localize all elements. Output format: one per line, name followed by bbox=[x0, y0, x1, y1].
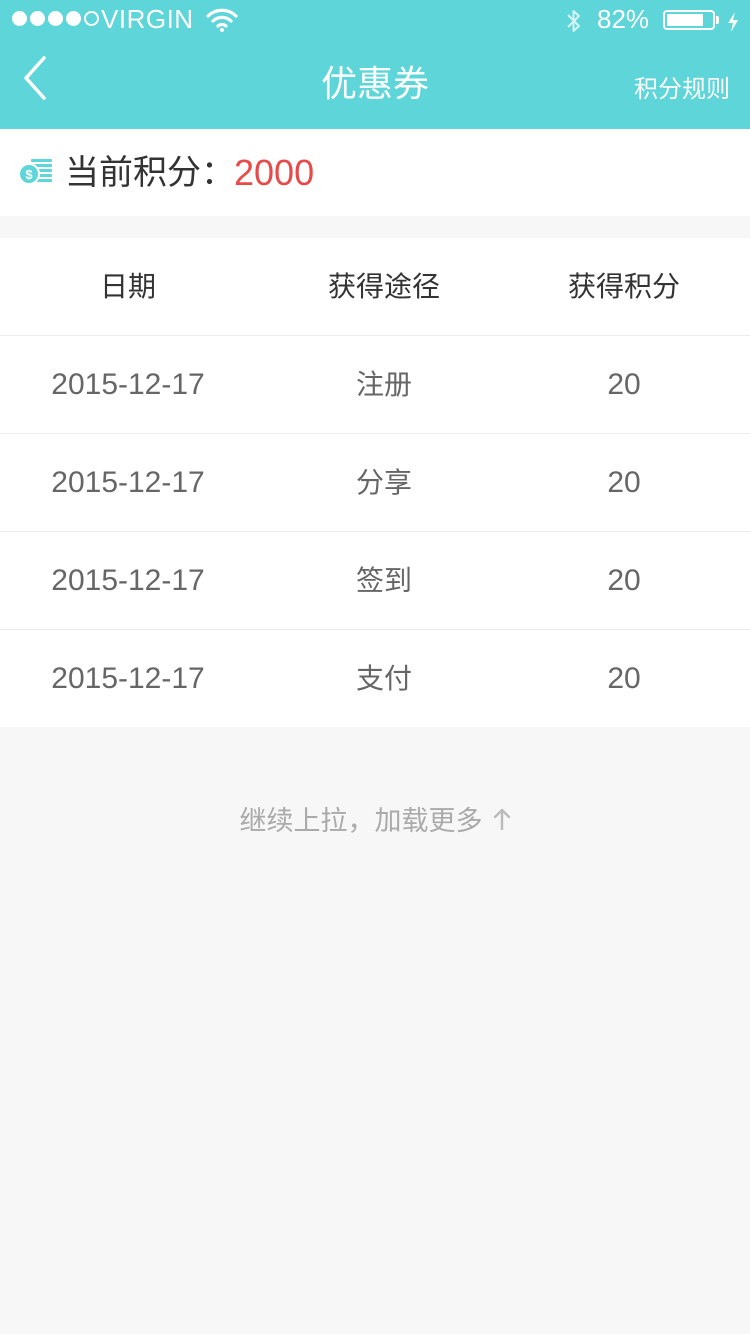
wifi-icon bbox=[206, 8, 238, 39]
battery-icon bbox=[663, 10, 715, 30]
table-row: 2015-12-17 分享 20 bbox=[0, 434, 750, 532]
row-source: 注册 bbox=[355, 368, 412, 401]
row-source: 签到 bbox=[355, 564, 412, 597]
row-date: 2015-12-17 bbox=[51, 662, 205, 695]
load-more-text: 继续上拉，加载更多 bbox=[239, 806, 483, 837]
table-row: 2015-12-17 签到 20 bbox=[0, 532, 750, 630]
battery-level bbox=[667, 14, 703, 26]
battery-cap bbox=[716, 16, 719, 24]
battery-percent: 82% bbox=[597, 4, 650, 34]
signal-dot bbox=[48, 11, 63, 26]
row-points: 20 bbox=[607, 368, 641, 401]
signal-dot bbox=[66, 11, 81, 26]
signal-dot bbox=[12, 11, 27, 26]
bluetooth-icon bbox=[564, 8, 584, 41]
row-points: 20 bbox=[607, 564, 641, 597]
load-more-hint[interactable]: 继续上拉，加载更多 bbox=[0, 800, 750, 845]
points-history-table: 日期 获得途径 获得积分 2015-12-17 注册 20 2015-12-17… bbox=[0, 238, 750, 727]
row-date: 2015-12-17 bbox=[51, 466, 205, 499]
row-date: 2015-12-17 bbox=[51, 368, 205, 401]
header-points: 获得积分 bbox=[567, 270, 680, 303]
chevron-left-icon bbox=[24, 56, 46, 100]
back-button[interactable] bbox=[10, 50, 60, 106]
points-value: 2000 bbox=[234, 152, 315, 193]
row-source: 支付 bbox=[355, 662, 412, 695]
svg-text:$: $ bbox=[25, 167, 33, 182]
coins-icon: $ bbox=[18, 157, 54, 191]
header-date: 日期 bbox=[99, 270, 156, 303]
charging-icon bbox=[726, 10, 740, 40]
row-date: 2015-12-17 bbox=[51, 564, 205, 597]
table-row: 2015-12-17 注册 20 bbox=[0, 336, 750, 434]
row-points: 20 bbox=[607, 466, 641, 499]
table-row: 2015-12-17 支付 20 bbox=[0, 630, 750, 727]
signal-dot bbox=[30, 11, 45, 26]
table-header: 日期 获得途径 获得积分 bbox=[0, 238, 750, 336]
signal-dot-empty bbox=[84, 11, 99, 26]
carrier-name: VIRGIN bbox=[101, 4, 194, 34]
header-source: 获得途径 bbox=[327, 270, 440, 303]
current-points-bar: $ 当前积分： 2000 bbox=[0, 129, 750, 216]
nav-bar: VIRGIN 82% 优惠券 积分规则 bbox=[0, 0, 750, 129]
arrow-up-icon bbox=[493, 801, 511, 845]
points-label: 当前积分： bbox=[65, 153, 235, 193]
points-rules-link[interactable]: 积分规则 bbox=[634, 72, 730, 106]
status-bar: VIRGIN 82% bbox=[0, 0, 750, 40]
row-source: 分享 bbox=[355, 466, 412, 499]
signal-strength bbox=[12, 11, 99, 26]
row-points: 20 bbox=[607, 662, 641, 695]
